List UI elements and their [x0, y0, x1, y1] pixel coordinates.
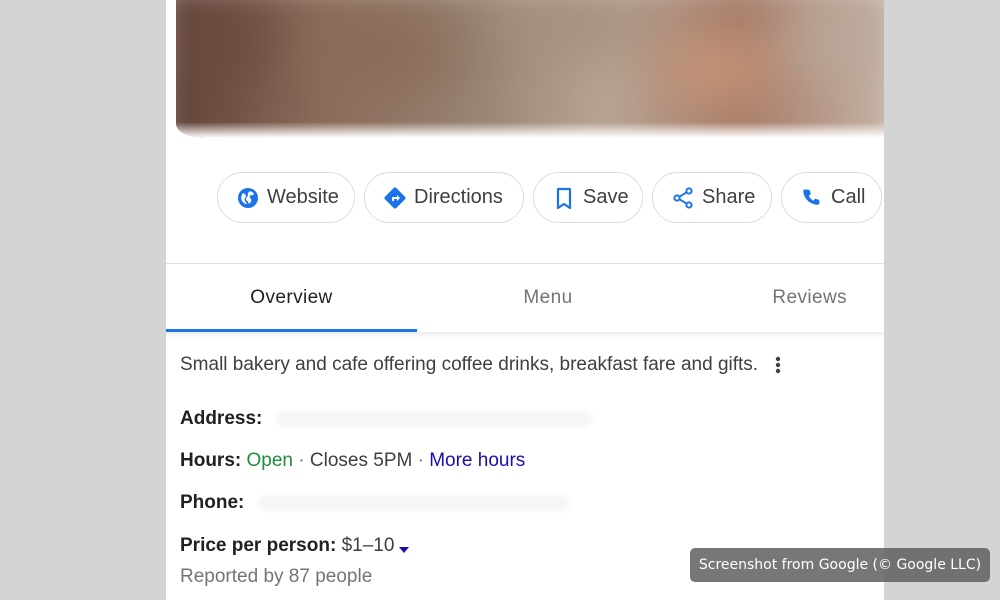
hours-row: Hours: Open · Closes 5PM · More hours — [180, 450, 525, 472]
overview-content: Small bakery and cafe offering coffee dr… — [180, 350, 870, 587]
phone-value-redacted[interactable] — [257, 494, 570, 511]
call-label: Call — [831, 186, 866, 208]
website-button[interactable]: Website — [217, 172, 355, 223]
tab-menu[interactable]: Menu — [417, 264, 679, 332]
price-row: Price per person: $1–10 — [180, 535, 410, 557]
place-panel: Website Directions Save Share Call Overv… — [166, 0, 884, 600]
action-chips: Website Directions Save Share Call — [217, 172, 882, 223]
share-icon — [671, 186, 695, 210]
bookmark-icon — [552, 186, 576, 210]
place-photo[interactable] — [176, 0, 884, 138]
share-button[interactable]: Share — [652, 172, 772, 223]
caret-down-icon[interactable] — [398, 540, 410, 553]
tab-bar: Overview Menu Reviews — [166, 264, 884, 332]
price-reported-count: Reported by 87 people — [180, 566, 373, 587]
address-row: Address: — [180, 408, 592, 430]
tab-menu-label: Menu — [523, 287, 573, 308]
website-label: Website — [267, 186, 339, 208]
photo-blurred — [176, 0, 884, 138]
tab-reviews-label: Reviews — [772, 287, 847, 308]
call-button[interactable]: Call — [781, 172, 882, 223]
hours-separator: · — [412, 450, 430, 471]
phone-row: Phone: — [180, 492, 570, 514]
phone-label: Phone: — [180, 492, 245, 513]
screenshot-credit: Screenshot from Google (© Google LLC) — [690, 548, 990, 582]
save-button[interactable]: Save — [533, 172, 643, 223]
more-vert-icon[interactable] — [768, 353, 788, 377]
closing-time: Closes 5PM — [309, 450, 413, 471]
hours-separator: · — [293, 450, 310, 471]
address-label: Address: — [180, 408, 263, 429]
save-label: Save — [583, 186, 629, 208]
hours-label: Hours: — [180, 450, 242, 471]
tab-reviews[interactable]: Reviews — [679, 264, 884, 332]
directions-icon — [383, 186, 407, 210]
more-hours-link[interactable]: More hours — [429, 450, 525, 471]
phone-icon — [800, 186, 824, 210]
price-value[interactable]: $1–10 — [342, 535, 395, 556]
place-description: Small bakery and cafe offering coffee dr… — [180, 354, 759, 375]
directions-label: Directions — [414, 186, 503, 208]
address-value-redacted[interactable] — [275, 410, 592, 427]
share-label: Share — [702, 186, 756, 208]
tab-overview-label: Overview — [250, 287, 333, 308]
directions-button[interactable]: Directions — [364, 172, 524, 223]
open-status: Open — [246, 450, 293, 471]
globe-icon — [236, 186, 260, 210]
price-label: Price per person: — [180, 535, 337, 556]
description-row: Small bakery and cafe offering coffee dr… — [180, 350, 870, 380]
tab-overview[interactable]: Overview — [166, 264, 417, 332]
